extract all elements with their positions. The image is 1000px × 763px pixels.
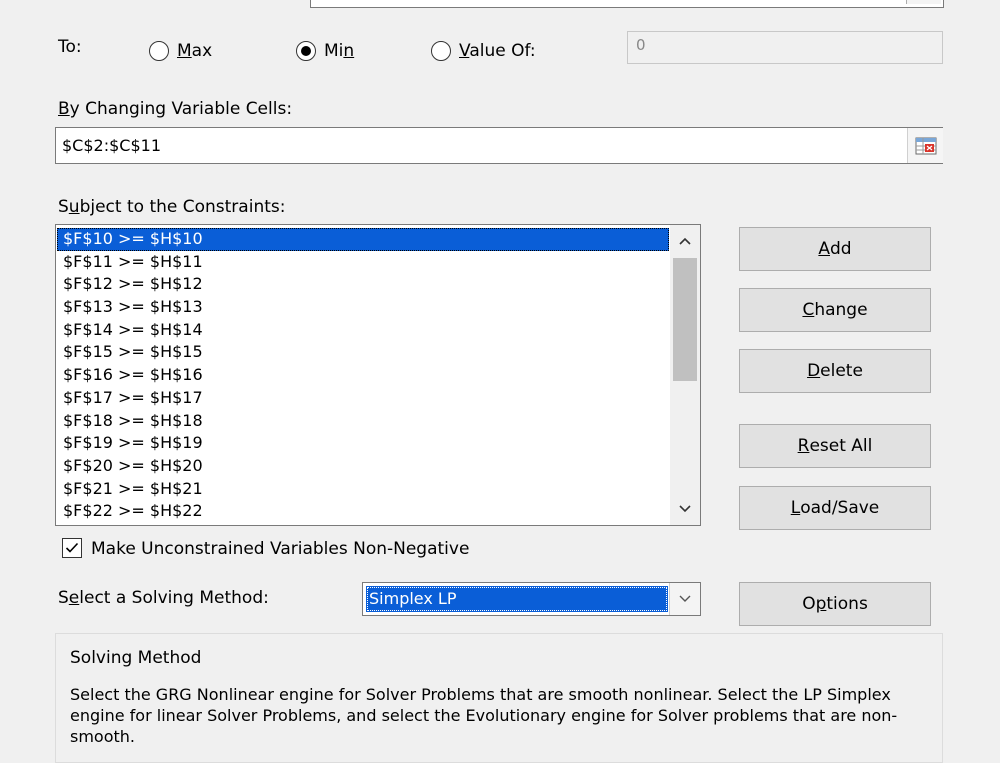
max-radio[interactable]	[149, 41, 169, 61]
variable-cells-input[interactable]: $C$2:$C$11	[55, 127, 943, 164]
to-label: To:	[58, 37, 82, 57]
constraint-item[interactable]: $F$22 >= $H$22	[57, 500, 669, 523]
min-radio[interactable]	[296, 41, 316, 61]
solving-method-description: Select the GRG Nonlinear engine for Solv…	[70, 685, 898, 746]
constraint-item[interactable]: $F$21 >= $H$21	[57, 478, 669, 501]
delete-button[interactable]: Delete	[739, 349, 931, 393]
value-of-radio[interactable]	[431, 41, 451, 61]
constraint-item[interactable]: $F$10 >= $H$10	[57, 228, 669, 251]
reset-all-button[interactable]: Reset All	[739, 424, 931, 468]
max-label[interactable]: Max	[177, 41, 212, 61]
value-of-label[interactable]: Value Of:	[459, 41, 536, 61]
variable-cells-label: By Changing Variable Cells:	[58, 99, 293, 119]
constraint-item[interactable]: $F$15 >= $H$15	[57, 341, 669, 364]
solving-method-group-title: Solving Method	[70, 648, 202, 668]
constraint-item[interactable]: $F$16 >= $H$16	[57, 364, 669, 387]
range-select-icon	[915, 137, 936, 154]
change-button[interactable]: Change	[739, 288, 931, 332]
load-save-button[interactable]: Load/Save	[739, 486, 931, 530]
chevron-down-icon	[679, 505, 691, 513]
scroll-up-button[interactable]	[670, 227, 700, 255]
solving-method-value: Simplex LP	[366, 586, 668, 612]
scroll-down-button[interactable]	[670, 495, 700, 523]
checkmark-icon	[65, 542, 79, 553]
chevron-down-icon	[679, 595, 691, 602]
solving-method-select[interactable]: Simplex LP	[362, 582, 701, 616]
constraints-label: Subject to the Constraints:	[58, 197, 286, 217]
scroll-thumb[interactable]	[673, 258, 697, 381]
constraint-item[interactable]: $F$14 >= $H$14	[57, 319, 669, 342]
range-select-button[interactable]	[907, 128, 943, 163]
constraints-scrollbar[interactable]	[670, 225, 700, 525]
constraint-item[interactable]: $F$13 >= $H$13	[57, 296, 669, 319]
value-of-input[interactable]: 0	[627, 31, 943, 64]
add-button[interactable]: Add	[739, 227, 931, 271]
constraint-item[interactable]: $F$17 >= $H$17	[57, 387, 669, 410]
set-objective-input[interactable]	[310, 0, 944, 8]
set-objective-ref-button[interactable]	[906, 0, 941, 4]
constraint-item[interactable]: $F$18 >= $H$18	[57, 410, 669, 433]
constraint-item[interactable]: $F$19 >= $H$19	[57, 432, 669, 455]
constraint-item[interactable]: $F$12 >= $H$12	[57, 273, 669, 296]
chevron-up-icon	[679, 237, 691, 245]
options-button[interactable]: Op tions	[739, 582, 931, 626]
constraint-item[interactable]: $F$11 >= $H$11	[57, 251, 669, 274]
constraint-item[interactable]: $F$20 >= $H$20	[57, 455, 669, 478]
dropdown-button[interactable]	[669, 583, 700, 615]
non-negative-checkbox[interactable]	[62, 538, 82, 558]
min-label[interactable]: Min	[324, 41, 354, 61]
constraints-list[interactable]: $F$10 >= $H$10 $F$11 >= $H$11 $F$12 >= $H$…	[55, 224, 701, 526]
non-negative-label[interactable]: Make Unconstrained Variables Non-Negativ…	[91, 539, 469, 559]
solving-method-label: Select a Solving Method:	[58, 588, 269, 608]
